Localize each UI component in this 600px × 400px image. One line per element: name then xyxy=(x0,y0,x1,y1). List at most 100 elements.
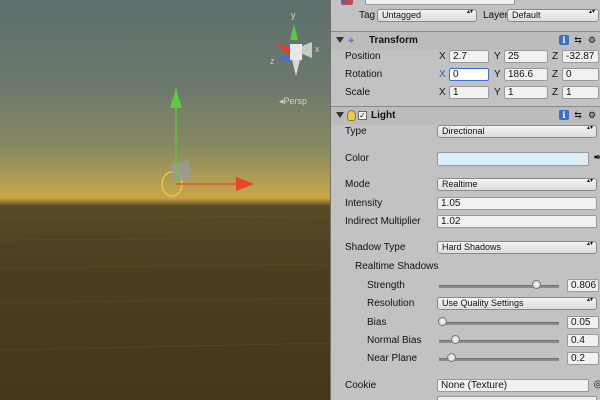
cookie-row: Cookie None (Texture) ◎ xyxy=(331,377,600,395)
near-plane-field[interactable]: 0.2 xyxy=(567,352,599,365)
position-z-axis[interactable]: Z xyxy=(552,51,558,62)
expand-triangle-icon[interactable] xyxy=(336,37,344,43)
mode-label: Mode xyxy=(345,179,371,190)
rotation-label: Rotation xyxy=(345,69,383,80)
ground-grid xyxy=(0,215,330,351)
transform-title: Transform xyxy=(369,35,418,46)
transform-icon: ⌖ xyxy=(348,35,355,47)
persp-label[interactable]: ◂Persp xyxy=(279,96,307,107)
bias-field[interactable]: 0.05 xyxy=(567,316,599,329)
color-row: Color ✒ xyxy=(331,150,600,168)
preset-icon[interactable]: ⇆ xyxy=(573,110,583,120)
position-z-field[interactable]: -32.87 xyxy=(562,50,599,63)
indirect-multiplier-label: Indirect Multiplier xyxy=(345,216,421,227)
normal-bias-field[interactable]: 0.4 xyxy=(567,334,599,347)
settings-gear-icon[interactable]: ⚙ xyxy=(587,110,597,120)
position-x-axis[interactable]: X xyxy=(439,51,446,62)
near-plane-slider-track[interactable] xyxy=(439,358,559,361)
scale-z-axis[interactable]: Z xyxy=(552,87,558,98)
strength-slider-thumb[interactable] xyxy=(531,280,541,289)
inspector-panel: Tag Untagged Layer Default ⌖ Transform ℹ… xyxy=(330,0,600,400)
realtime-shadows-label: Realtime Shadows xyxy=(355,261,439,272)
tag-layer-row: Tag Untagged Layer Default xyxy=(331,7,600,25)
bias-row: Bias 0.05 xyxy=(331,314,600,332)
resolution-row: Resolution Use Quality Settings xyxy=(331,295,600,313)
cookie-field[interactable]: None (Texture) xyxy=(437,379,589,392)
strength-slider-track[interactable] xyxy=(439,285,559,288)
object-name-field[interactable] xyxy=(365,0,515,5)
bias-slider-thumb[interactable] xyxy=(438,317,447,326)
rotation-x-axis[interactable]: X xyxy=(439,69,446,80)
orientation-gizmo[interactable] xyxy=(276,24,312,76)
position-x-field[interactable]: 2.7 xyxy=(449,50,489,63)
layer-label: Layer xyxy=(483,10,509,21)
mode-dropdown[interactable]: Realtime xyxy=(437,178,597,191)
scale-x-axis[interactable]: X xyxy=(439,87,446,98)
settings-gear-icon[interactable]: ⚙ xyxy=(587,35,597,45)
scene-canvas xyxy=(0,24,330,351)
scale-y-field[interactable]: 1 xyxy=(504,86,548,99)
near-plane-label: Near Plane xyxy=(367,353,418,364)
position-row: Position X 2.7 Y 25 Z -32.87 xyxy=(331,48,600,66)
normal-bias-slider-thumb[interactable] xyxy=(450,335,460,344)
preset-icon[interactable]: ⇆ xyxy=(573,35,583,45)
object-picker-icon[interactable]: ◎ xyxy=(593,380,600,390)
indirect-multiplier-row: Indirect Multiplier 1.02 xyxy=(331,213,600,231)
scale-z-field[interactable]: 1 xyxy=(562,86,599,99)
position-y-field[interactable]: 25 xyxy=(504,50,548,63)
near-plane-slider-thumb[interactable] xyxy=(447,353,456,362)
color-label: Color xyxy=(345,153,369,164)
color-swatch[interactable] xyxy=(437,152,589,166)
rotation-y-axis[interactable]: Y xyxy=(494,69,501,80)
resolution-dropdown[interactable]: Use Quality Settings xyxy=(437,297,597,310)
scale-y-axis[interactable]: Y xyxy=(494,87,501,98)
light-enabled-checkbox[interactable]: ✓ xyxy=(358,111,367,120)
gizmo-y-label: y xyxy=(291,10,296,20)
strength-label: Strength xyxy=(367,280,405,291)
shadow-type-label: Shadow Type xyxy=(345,242,406,253)
strength-field[interactable]: 0.806 xyxy=(567,279,599,292)
mode-row: Mode Realtime xyxy=(331,176,600,194)
intensity-row: Intensity 1.05 xyxy=(331,195,600,213)
tag-dropdown[interactable]: Untagged xyxy=(377,9,477,22)
position-y-axis[interactable]: Y xyxy=(494,51,501,62)
intensity-field[interactable]: 1.05 xyxy=(437,197,597,210)
rotation-x-field[interactable]: 0 xyxy=(449,68,489,81)
light-gizmo[interactable] xyxy=(161,88,254,197)
help-book-icon[interactable]: ℹ xyxy=(559,35,569,45)
strength-row: Strength 0.806 xyxy=(331,277,600,295)
cookie-label: Cookie xyxy=(345,380,377,391)
rotation-z-axis[interactable]: Z xyxy=(552,69,558,80)
light-bulb-icon xyxy=(347,110,356,121)
rotation-y-field[interactable]: 186.6 xyxy=(504,68,548,81)
position-label: Position xyxy=(345,51,381,62)
shadow-type-dropdown[interactable]: Hard Shadows xyxy=(437,241,597,254)
cube-icon xyxy=(341,0,353,5)
scale-label: Scale xyxy=(345,87,371,98)
normal-bias-label: Normal Bias xyxy=(367,335,422,346)
shadow-type-row: Shadow Type Hard Shadows xyxy=(331,239,600,257)
rotation-z-field[interactable]: 0 xyxy=(562,68,599,81)
resolution-label: Resolution xyxy=(367,298,415,309)
eyedropper-icon[interactable]: ✒ xyxy=(593,153,600,164)
type-label: Type xyxy=(345,126,367,137)
intensity-label: Intensity xyxy=(345,198,383,209)
expand-triangle-icon[interactable] xyxy=(336,112,344,118)
type-dropdown[interactable]: Directional xyxy=(437,125,597,138)
gizmo-x-label: x xyxy=(315,44,320,54)
bias-label: Bias xyxy=(367,317,387,328)
rotation-row: Rotation X 0 Y 186.6 Z 0 xyxy=(331,66,600,84)
scale-x-field[interactable]: 1 xyxy=(449,86,489,99)
scene-view[interactable]: y x z ◂Persp xyxy=(0,0,330,400)
gizmo-z-label: z xyxy=(270,56,275,66)
cookie-size-field[interactable] xyxy=(437,396,597,400)
object-name-row xyxy=(331,0,600,6)
indirect-multiplier-field[interactable]: 1.02 xyxy=(437,215,597,228)
help-book-icon[interactable]: ℹ xyxy=(559,110,569,120)
layer-dropdown[interactable]: Default xyxy=(507,9,599,22)
near-plane-row: Near Plane 0.2 xyxy=(331,350,600,368)
bias-slider-track[interactable] xyxy=(439,322,559,325)
tag-label: Tag xyxy=(359,10,376,21)
realtime-shadows-row: Realtime Shadows xyxy=(331,258,600,276)
scale-row: Scale X 1 Y 1 Z 1 xyxy=(331,84,600,102)
